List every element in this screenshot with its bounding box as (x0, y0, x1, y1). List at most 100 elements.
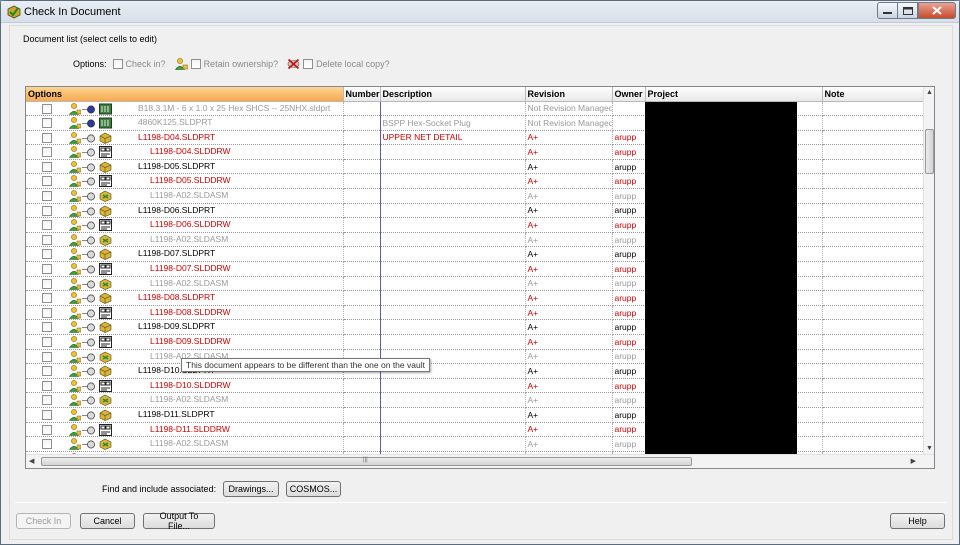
number-cell[interactable] (343, 115, 381, 131)
row-check-in-checkbox[interactable] (42, 380, 52, 391)
owner-cell[interactable]: arupp (612, 188, 646, 204)
row-check-in-checkbox[interactable] (42, 351, 52, 362)
number-cell[interactable] (343, 436, 381, 452)
description-cell[interactable] (380, 144, 526, 160)
row-check-in-checkbox[interactable] (42, 161, 52, 172)
owner-cell[interactable]: arupp (612, 130, 646, 146)
row-check-in-checkbox[interactable] (42, 293, 52, 304)
scroll-up-icon[interactable]: ▲ (926, 89, 933, 96)
revision-cell[interactable]: Not Revision Managed (525, 115, 613, 131)
owner-cell[interactable]: arupp (612, 422, 646, 438)
row-check-in-checkbox[interactable] (42, 176, 52, 187)
options-cell[interactable]: L1198-D11.SLDDRW (26, 422, 344, 438)
options-cell[interactable]: L1198-D08.SLDDRW (26, 305, 344, 321)
owner-cell[interactable]: arupp (612, 276, 646, 292)
revision-cell[interactable]: A+ (525, 159, 613, 175)
col-header-note[interactable]: Note (822, 87, 925, 102)
owner-cell[interactable]: arupp (612, 246, 646, 263)
revision-cell[interactable]: A+ (525, 246, 613, 263)
number-cell[interactable] (343, 290, 381, 306)
close-button[interactable] (918, 2, 956, 19)
note-cell[interactable] (822, 363, 925, 379)
revision-cell[interactable]: A+ (525, 422, 613, 438)
revision-cell[interactable]: A+ (525, 407, 613, 423)
row-check-in-checkbox[interactable] (42, 249, 52, 260)
row-check-in-checkbox[interactable] (42, 234, 52, 245)
owner-cell[interactable]: arupp (612, 378, 646, 394)
note-cell[interactable] (822, 305, 925, 321)
options-cell[interactable]: L1198-A02.SLDASM (26, 276, 344, 292)
description-cell[interactable] (380, 159, 526, 175)
note-cell[interactable] (822, 203, 925, 219)
note-cell[interactable] (822, 173, 925, 190)
note-cell[interactable] (822, 407, 925, 423)
options-cell[interactable]: L1198-D05.SLDDRW (26, 173, 344, 190)
note-cell[interactable] (822, 159, 925, 175)
number-cell[interactable] (343, 188, 381, 204)
row-check-in-checkbox[interactable] (42, 264, 52, 275)
options-cell[interactable]: L1198-D07.SLDPRT (26, 246, 344, 263)
options-cell[interactable]: L1198-D06.SLDDRW (26, 217, 344, 233)
revision-cell[interactable]: A+ (525, 276, 613, 292)
revision-cell[interactable]: A+ (525, 334, 613, 350)
description-cell[interactable] (380, 276, 526, 292)
revision-cell[interactable]: A+ (525, 188, 613, 204)
retain-ownership-checkbox[interactable] (190, 59, 201, 69)
output-to-file-button[interactable]: Output To File... (143, 511, 215, 531)
row-check-in-checkbox[interactable] (42, 220, 52, 231)
cancel-button[interactable]: Cancel (80, 513, 135, 529)
number-cell[interactable] (343, 276, 381, 292)
options-cell[interactable]: L1198-D04.SLDPRT (26, 130, 344, 146)
col-header-options[interactable]: Options (26, 87, 344, 102)
revision-cell[interactable]: A+ (525, 232, 613, 248)
note-cell[interactable] (822, 334, 925, 350)
number-cell[interactable] (343, 173, 381, 190)
maximize-button[interactable] (897, 2, 918, 19)
vertical-scrollbar[interactable]: ▲ ▼ (923, 87, 934, 454)
owner-cell[interactable]: arupp (612, 232, 646, 248)
description-cell[interactable] (380, 334, 526, 350)
owner-cell[interactable]: arupp (612, 159, 646, 175)
row-check-in-checkbox[interactable] (42, 278, 52, 289)
note-cell[interactable] (822, 436, 925, 452)
note-cell[interactable] (822, 319, 925, 335)
description-cell[interactable] (380, 261, 526, 277)
row-check-in-checkbox[interactable] (42, 147, 52, 158)
options-cell[interactable]: L1198-D05.SLDPRT (26, 159, 344, 175)
description-cell[interactable] (380, 101, 526, 117)
number-cell[interactable] (343, 159, 381, 175)
note-cell[interactable] (822, 101, 925, 117)
options-cell[interactable]: L1198-A02.SLDASM (26, 188, 344, 204)
description-cell[interactable] (380, 436, 526, 452)
row-check-in-checkbox[interactable] (42, 409, 52, 420)
revision-cell[interactable]: A+ (525, 378, 613, 394)
number-cell[interactable] (343, 334, 381, 350)
number-cell[interactable] (343, 203, 381, 219)
row-check-in-checkbox[interactable] (42, 307, 52, 318)
description-cell[interactable] (380, 305, 526, 321)
note-cell[interactable] (822, 115, 925, 131)
owner-cell[interactable]: arupp (612, 173, 646, 190)
revision-cell[interactable]: A+ (525, 217, 613, 233)
description-cell[interactable] (380, 232, 526, 248)
help-button[interactable]: Help (890, 513, 945, 529)
owner-cell[interactable]: arupp (612, 261, 646, 277)
owner-cell[interactable]: arupp (612, 305, 646, 321)
owner-cell[interactable]: arupp (612, 144, 646, 160)
revision-cell[interactable]: Not Revision Managed (525, 101, 613, 117)
row-check-in-checkbox[interactable] (42, 132, 52, 143)
horizontal-scrollbar[interactable]: ◀ ||| ▶ (26, 454, 934, 468)
drawings-button[interactable]: Drawings... (223, 481, 279, 497)
number-cell[interactable] (343, 130, 381, 146)
owner-cell[interactable]: arupp (612, 334, 646, 350)
note-cell[interactable] (822, 392, 925, 408)
description-cell[interactable] (380, 378, 526, 394)
description-cell[interactable] (380, 422, 526, 438)
options-cell[interactable]: L1198-D04.SLDDRW (26, 144, 344, 160)
revision-cell[interactable]: A+ (525, 203, 613, 219)
note-cell[interactable] (822, 246, 925, 263)
options-cell[interactable]: L1198-A02.SLDASM (26, 232, 344, 248)
note-cell[interactable] (822, 261, 925, 277)
row-check-in-checkbox[interactable] (42, 205, 52, 216)
number-cell[interactable] (343, 422, 381, 438)
